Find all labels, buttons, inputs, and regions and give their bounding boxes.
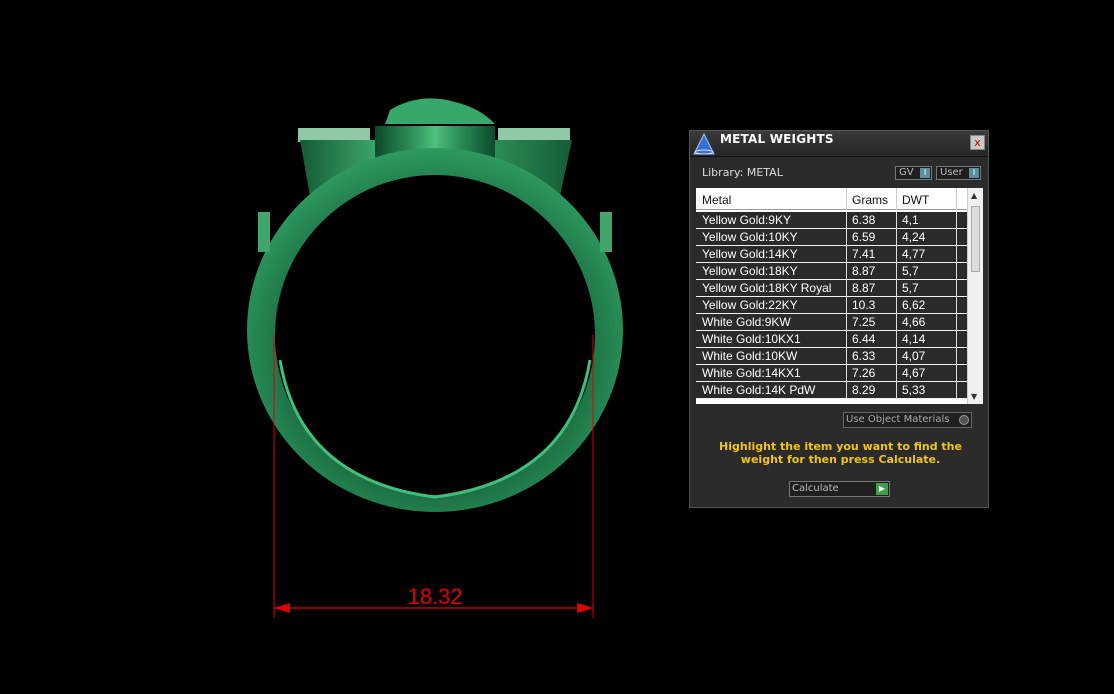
panel-titlebar[interactable]: METAL WEIGHTS x xyxy=(690,131,988,157)
cell-metal: Yellow Gold:18KY xyxy=(702,264,798,278)
table-scrollbar[interactable]: ▲ ▼ xyxy=(967,188,983,404)
cell-grams: 6.44 xyxy=(852,332,876,346)
metal-weights-panel: METAL WEIGHTS x Library: METAL GV I User… xyxy=(689,130,989,508)
cell-dwt: 4,1 xyxy=(902,213,919,227)
table-row[interactable]: Yellow Gold:22KY 10.3 6,62 xyxy=(696,297,967,314)
cell-dwt: 4,07 xyxy=(902,349,926,363)
cell-dwt: 4,66 xyxy=(902,315,926,329)
panel-title: METAL WEIGHTS xyxy=(720,132,834,146)
table-row[interactable]: White Gold:9KW 7.25 4,66 xyxy=(696,314,967,331)
cell-dwt: 5,7 xyxy=(902,264,919,278)
table-row[interactable]: White Gold:10KX1 6.44 4,14 xyxy=(696,331,967,348)
user-toggle[interactable]: User I xyxy=(936,166,981,180)
instruction-text: Highlight the item you want to find the … xyxy=(719,440,962,466)
cell-dwt: 5,33 xyxy=(902,383,926,397)
gv-toggle-label: GV xyxy=(899,167,914,178)
cell-grams: 7.25 xyxy=(852,315,876,329)
cell-metal: White Gold:14K PdW xyxy=(702,383,816,397)
cell-metal: White Gold:10KX1 xyxy=(702,332,801,346)
user-toggle-label: User xyxy=(940,167,963,178)
close-button[interactable]: x xyxy=(970,135,985,150)
table-row[interactable]: Yellow Gold:18KY 8.87 5,7 xyxy=(696,263,967,280)
cell-grams: 6.33 xyxy=(852,349,876,363)
cell-metal: Yellow Gold:9KY xyxy=(702,213,791,227)
table-body: Yellow Gold:9KY 6.38 4,1 Yellow Gold:10KY 6.… xyxy=(696,212,967,399)
use-object-materials-label: Use Object Materials xyxy=(846,414,950,425)
cell-dwt: 6,62 xyxy=(902,298,926,312)
ring-setting-left xyxy=(298,128,370,142)
gv-toggle[interactable]: GV I xyxy=(895,166,932,180)
cell-dwt: 5,7 xyxy=(902,281,919,295)
column-header-metal[interactable]: Metal xyxy=(702,193,731,207)
table-row[interactable]: Yellow Gold:14KY 7.41 4,77 xyxy=(696,246,967,263)
cell-grams: 10.3 xyxy=(852,298,876,312)
cell-metal: Yellow Gold:10KY xyxy=(702,230,798,244)
cell-dwt: 4,24 xyxy=(902,230,926,244)
library-label: Library: METAL xyxy=(702,166,783,179)
metal-table: Metal Grams DWT Yellow Gold:9KY 6.38 4,1 Ye… xyxy=(696,188,983,404)
cell-metal: White Gold:14KX1 xyxy=(702,366,801,380)
dimension-value: 18.32 xyxy=(407,584,462,609)
toggle-knob-icon: I xyxy=(920,168,930,178)
cell-grams: 7.41 xyxy=(852,247,876,261)
scroll-thumb[interactable] xyxy=(971,206,980,272)
table-row[interactable]: White Gold:10KW 6.33 4,07 xyxy=(696,348,967,365)
toggle-knob-icon: I xyxy=(969,168,979,178)
table-header: Metal Grams DWT xyxy=(696,188,967,210)
use-object-materials-toggle[interactable]: Use Object Materials xyxy=(843,412,972,428)
table-row[interactable]: Yellow Gold:9KY 6.38 4,1 xyxy=(696,212,967,229)
table-row[interactable]: Yellow Gold:18KY Royal 8.87 5,7 xyxy=(696,280,967,297)
cell-grams: 6.59 xyxy=(852,230,876,244)
cell-dwt: 4,77 xyxy=(902,247,926,261)
cell-grams: 8.29 xyxy=(852,383,876,397)
cell-metal: White Gold:9KW xyxy=(702,315,791,329)
cell-metal: White Gold:10KW xyxy=(702,349,798,363)
cell-grams: 6.38 xyxy=(852,213,876,227)
cell-grams: 7.26 xyxy=(852,366,876,380)
cell-metal: Yellow Gold:22KY xyxy=(702,298,798,312)
cell-metal: Yellow Gold:14KY xyxy=(702,247,798,261)
dimension-arrow-right xyxy=(577,603,593,613)
radio-icon xyxy=(959,415,969,425)
cell-dwt: 4,67 xyxy=(902,366,926,380)
play-arrow-icon: ▶ xyxy=(876,483,888,495)
scroll-up-icon[interactable]: ▲ xyxy=(971,191,977,200)
table-row[interactable]: White Gold:14K PdW 8.29 5,33 xyxy=(696,382,967,399)
table-row[interactable]: Yellow Gold:10KY 6.59 4,24 xyxy=(696,229,967,246)
cell-grams: 8.87 xyxy=(852,264,876,278)
cell-dwt: 4,14 xyxy=(902,332,926,346)
cell-metal: Yellow Gold:18KY Royal xyxy=(702,281,832,295)
cell-grams: 8.87 xyxy=(852,281,876,295)
dimension-arrow-left xyxy=(274,603,290,613)
calculate-button[interactable]: Calculate ▶ xyxy=(789,481,890,497)
table-row[interactable]: White Gold:14KX1 7.26 4,67 xyxy=(696,365,967,382)
ring-side-detail-right xyxy=(600,212,612,252)
scroll-down-icon[interactable]: ▼ xyxy=(971,392,977,401)
ring-setting-right xyxy=(498,128,570,142)
calculate-label: Calculate xyxy=(792,483,839,494)
ring-head xyxy=(385,98,495,124)
column-header-dwt[interactable]: DWT xyxy=(902,193,929,207)
close-icon: x xyxy=(974,136,981,149)
column-header-grams[interactable]: Grams xyxy=(852,193,888,207)
library-logo-icon xyxy=(693,132,715,155)
ring-side-detail-left xyxy=(258,212,270,252)
